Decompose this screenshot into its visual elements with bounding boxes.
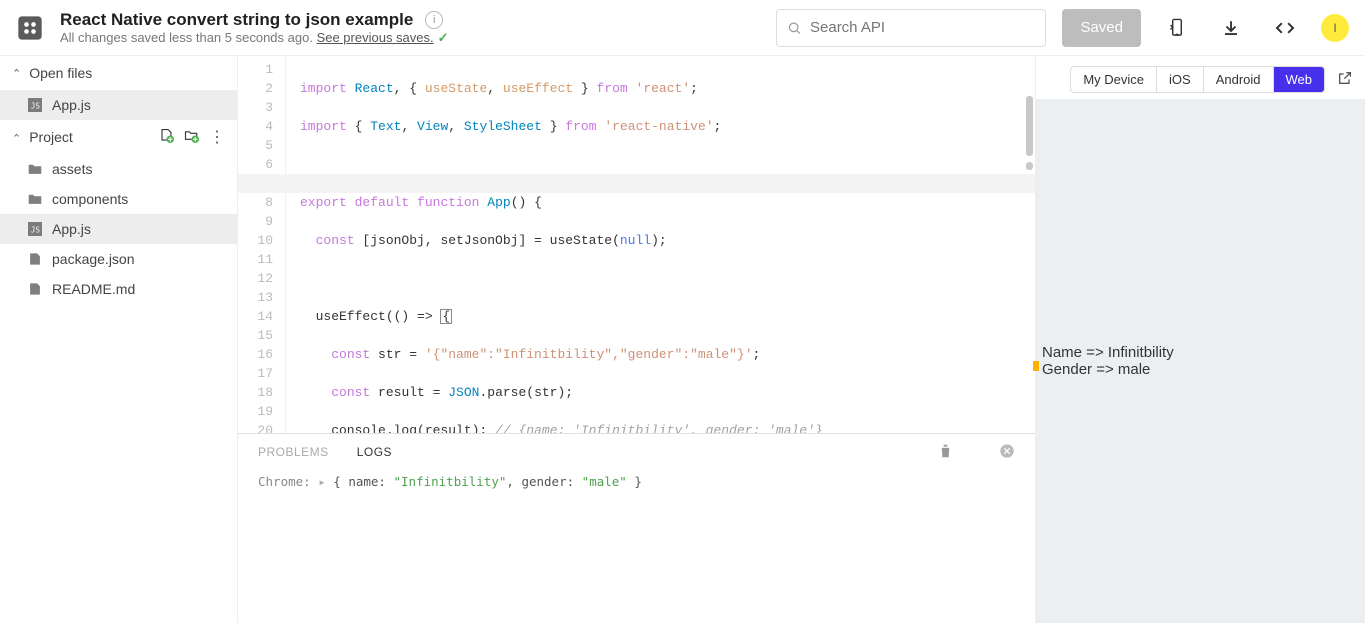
bottom-panel: PROBLEMS LOGS Chrome: ▸ { name: "Infinit… bbox=[238, 433, 1035, 623]
console-output: Chrome: ▸ { name: "Infinitbility", gende… bbox=[238, 470, 1035, 623]
search-api-box[interactable] bbox=[776, 9, 1046, 47]
project-item-components[interactable]: components bbox=[0, 184, 237, 214]
js-file-icon: JS bbox=[28, 98, 42, 112]
chevron-up-icon: ⌃ bbox=[12, 67, 21, 80]
preview-target-segmented: My Device iOS Android Web bbox=[1070, 66, 1325, 93]
embed-icon[interactable] bbox=[1267, 10, 1303, 46]
open-file-item[interactable]: JS App.js bbox=[0, 90, 237, 120]
preview-tab-android[interactable]: Android bbox=[1204, 67, 1274, 92]
folder-icon bbox=[28, 163, 42, 175]
avatar[interactable]: I bbox=[1321, 14, 1349, 42]
preview-tab-mydevice[interactable]: My Device bbox=[1071, 67, 1157, 92]
code-editor[interactable]: 1234567891011121314151617181920 import R… bbox=[238, 56, 1035, 433]
tab-logs[interactable]: LOGS bbox=[357, 445, 392, 459]
js-file-icon: JS bbox=[28, 222, 42, 236]
line-gutter: 1234567891011121314151617181920 bbox=[238, 56, 286, 433]
page-title: React Native convert string to json exam… bbox=[60, 10, 413, 30]
chevron-up-icon: ⌃ bbox=[12, 133, 21, 145]
info-icon[interactable]: i bbox=[425, 11, 443, 29]
project-item-appjs[interactable]: JS App.js bbox=[0, 214, 237, 244]
preview-line: Name => Infinitbility bbox=[1042, 344, 1359, 361]
close-panel-icon[interactable] bbox=[999, 443, 1015, 462]
folder-icon bbox=[28, 193, 42, 205]
project-item-package[interactable]: package.json bbox=[0, 244, 237, 274]
svg-text:JS: JS bbox=[31, 102, 41, 111]
tab-problems[interactable]: PROBLEMS bbox=[258, 445, 329, 459]
sidebar: ⌃ Open files JS App.js ⌃Project ⋮ assets… bbox=[0, 56, 238, 623]
saved-button[interactable]: Saved bbox=[1062, 9, 1141, 47]
open-external-icon[interactable] bbox=[1337, 70, 1353, 89]
search-icon bbox=[787, 20, 802, 36]
preview-panel: My Device iOS Android Web Name => Infini… bbox=[1035, 56, 1365, 623]
preview-tab-ios[interactable]: iOS bbox=[1157, 67, 1204, 92]
svg-text:JS: JS bbox=[31, 226, 41, 235]
download-icon[interactable] bbox=[1213, 10, 1249, 46]
new-folder-icon[interactable] bbox=[184, 128, 199, 146]
more-icon[interactable]: ⋮ bbox=[209, 127, 225, 147]
clear-logs-icon[interactable] bbox=[938, 443, 953, 462]
save-status: All changes saved less than 5 seconds ag… bbox=[60, 30, 449, 46]
json-file-icon bbox=[28, 252, 42, 266]
previous-saves-link[interactable]: See previous saves. bbox=[317, 30, 434, 45]
search-input[interactable] bbox=[810, 19, 1035, 36]
device-icon[interactable] bbox=[1159, 10, 1195, 46]
new-file-icon[interactable] bbox=[159, 128, 174, 146]
code-content[interactable]: import React, { useState, useEffect } fr… bbox=[286, 56, 1035, 433]
md-file-icon bbox=[28, 282, 42, 296]
check-icon: ✓ bbox=[438, 30, 449, 45]
project-item-readme[interactable]: README.md bbox=[0, 274, 237, 304]
preview-tab-web[interactable]: Web bbox=[1274, 67, 1325, 92]
expo-logo bbox=[16, 14, 44, 42]
project-header[interactable]: ⌃Project ⋮ bbox=[0, 120, 237, 154]
open-files-header[interactable]: ⌃ Open files bbox=[0, 56, 237, 90]
project-item-assets[interactable]: assets bbox=[0, 154, 237, 184]
preview-line: Gender => male bbox=[1042, 361, 1359, 378]
preview-output: Name => Infinitbility Gender => male bbox=[1036, 99, 1365, 623]
